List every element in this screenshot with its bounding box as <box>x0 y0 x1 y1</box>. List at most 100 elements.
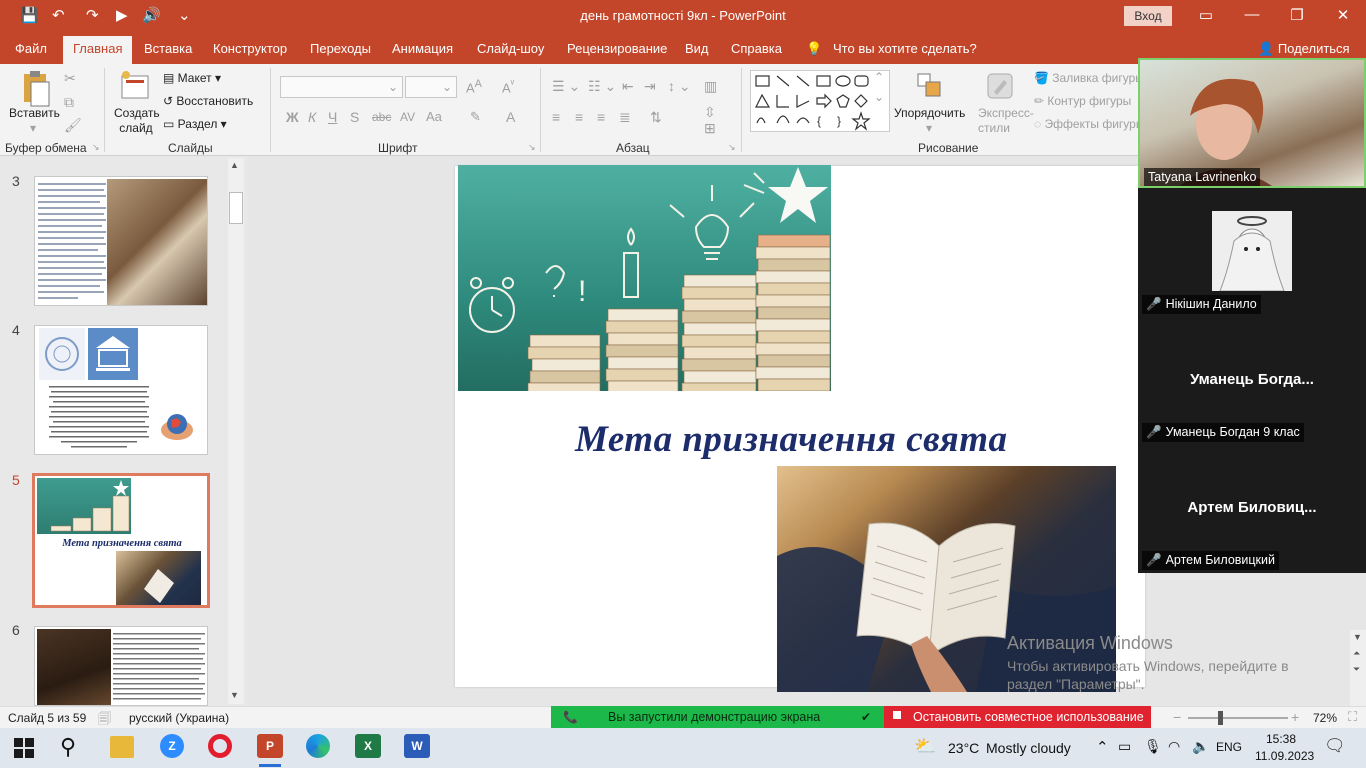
cut-icon[interactable]: ✂ <box>64 70 76 87</box>
paste-dropdown-icon[interactable]: ▾ <box>30 121 36 135</box>
scroll-up-icon[interactable]: ▲ <box>230 160 239 170</box>
next-slide-icon[interactable]: ⏷ <box>1353 664 1360 675</box>
columns-icon[interactable]: ▥ <box>704 78 717 95</box>
align-left-icon[interactable]: ≡ <box>552 109 560 125</box>
share-button[interactable]: 👤 Поделиться <box>1258 41 1350 57</box>
change-case-button[interactable]: Aa <box>426 109 442 124</box>
tab-review[interactable]: Рецензирование <box>567 41 667 56</box>
italic-button[interactable]: К <box>308 109 316 125</box>
clipboard-launcher-icon[interactable]: ↘ <box>92 142 100 153</box>
tab-view[interactable]: Вид <box>685 41 709 56</box>
paste-button[interactable]: Вставить <box>9 106 60 120</box>
excel-icon[interactable]: X <box>355 734 381 758</box>
thumbnail-slide-4[interactable] <box>34 325 208 455</box>
quick-styles-button[interactable]: Экспресс-стили <box>978 106 1034 136</box>
tab-home[interactable]: Главная <box>63 36 133 64</box>
notifications-icon[interactable]: 🗨 <box>1324 736 1346 756</box>
arrange-icon[interactable] <box>916 72 944 100</box>
zoom-slider-thumb[interactable] <box>1218 711 1223 725</box>
microphone-icon[interactable]: 🎙 <box>1144 738 1162 755</box>
windows-start-icon[interactable] <box>14 738 34 761</box>
thumbnails-scrollbar[interactable]: ▲ ▼ <box>228 158 244 704</box>
highlight-icon[interactable]: ✎ <box>470 109 481 125</box>
weather-text[interactable]: Mostly cloudy <box>986 740 1071 756</box>
bullets-icon[interactable]: ☰ ⌄ <box>552 78 580 95</box>
zoom-out-icon[interactable]: − <box>1173 709 1181 725</box>
align-center-icon[interactable]: ≡ <box>575 109 583 125</box>
volume-icon[interactable]: 🔈 <box>1192 738 1209 755</box>
thumbnail-slide-6[interactable] <box>34 626 208 706</box>
zoom-app-icon[interactable]: Z <box>160 734 184 758</box>
grow-font-icon[interactable]: AA <box>466 78 482 95</box>
numbering-icon[interactable]: ☷ ⌄ <box>588 78 616 95</box>
font-name-select[interactable]: ⌄ <box>280 76 403 98</box>
reset-button[interactable]: ↺ Восстановить <box>163 94 253 108</box>
copy-icon[interactable]: ⧉ <box>64 94 74 111</box>
tab-transitions[interactable]: Переходы <box>310 41 371 56</box>
search-icon[interactable]: ⚲ <box>60 734 76 760</box>
paste-icon[interactable] <box>18 70 52 108</box>
arrange-button[interactable]: Упорядочить <box>894 106 965 120</box>
language-indicator[interactable]: ENG <box>1216 740 1242 754</box>
text-direction-icon[interactable]: ⇅ <box>650 109 662 126</box>
new-slide-icon[interactable] <box>120 70 150 102</box>
participant-tile[interactable]: Уманець Богда... 🎤 Уманець Богдан 9 клас <box>1138 317 1366 445</box>
edge-icon[interactable] <box>306 734 330 758</box>
weather-temp[interactable]: 23°C <box>948 740 979 756</box>
paragraph-launcher-icon[interactable]: ↘ <box>728 142 736 153</box>
quick-styles-icon[interactable] <box>986 72 1016 102</box>
tab-design[interactable]: Конструктор <box>213 41 287 56</box>
word-icon[interactable]: W <box>404 734 430 758</box>
font-launcher-icon[interactable]: ↘ <box>528 142 536 153</box>
language-indicator[interactable]: русский (Украина) <box>129 711 229 725</box>
shapes-gallery[interactable]: {} <box>750 70 890 132</box>
tell-me-search[interactable]: Что вы хотите сделать? <box>833 41 977 56</box>
font-size-select[interactable]: ⌄ <box>405 76 457 98</box>
weather-icon[interactable]: ⛅ <box>914 736 936 757</box>
shape-effects-button[interactable]: ◌ Эффекты фигуры <box>1034 117 1144 131</box>
format-painter-icon[interactable]: 🖌 <box>64 117 82 134</box>
tab-animations[interactable]: Анимация <box>392 41 453 56</box>
tray-expand-icon[interactable]: ⌃ <box>1096 738 1109 756</box>
prev-slide-icon[interactable]: ⏶ <box>1353 648 1360 659</box>
powerpoint-icon[interactable]: P <box>257 734 283 758</box>
gallery-scroll-down-icon[interactable]: ⌄ <box>874 90 884 104</box>
justify-icon[interactable]: ≣ <box>619 109 631 126</box>
scroll-down-icon[interactable]: ▼ <box>1353 632 1362 642</box>
tab-help[interactable]: Справка <box>731 41 782 56</box>
minimize-button[interactable]: — <box>1240 6 1264 23</box>
bold-button[interactable]: Ж <box>286 109 299 125</box>
tab-slideshow[interactable]: Слайд-шоу <box>477 41 544 56</box>
shape-fill-button[interactable]: 🪣 Заливка фигуры <box>1034 71 1144 85</box>
line-spacing-icon[interactable]: ↕ ⌄ <box>668 78 691 95</box>
fit-slide-icon[interactable]: ⛶ <box>1348 709 1357 725</box>
clock-date[interactable]: 11.09.2023 <box>1255 749 1314 763</box>
section-button[interactable]: ▭ Раздел ▾ <box>163 117 227 131</box>
wifi-icon[interactable]: ◠ <box>1168 738 1180 755</box>
gallery-scroll-up-icon[interactable]: ⌃ <box>874 70 884 84</box>
participant-tile[interactable]: Артем Биловиц... 🎤 Артем Биловицкий <box>1138 445 1366 573</box>
underline-button[interactable]: Ч <box>328 109 337 125</box>
font-color-button[interactable]: A <box>506 109 515 125</box>
shape-outline-button[interactable]: ✏ Контур фигуры <box>1034 94 1131 108</box>
new-slide-label[interactable]: Создать слайд <box>114 106 160 136</box>
align-right-icon[interactable]: ≡ <box>597 109 605 125</box>
slide-title[interactable]: Мета призначення свята <box>575 418 1008 461</box>
close-button[interactable]: ✕ <box>1331 6 1355 24</box>
restore-button[interactable]: ❐ <box>1285 6 1309 24</box>
file-explorer-icon[interactable] <box>110 736 134 758</box>
scroll-down-icon[interactable]: ▼ <box>230 690 239 700</box>
tab-file[interactable]: Файл <box>15 41 47 56</box>
indent-decrease-icon[interactable]: ⇤ <box>622 78 634 95</box>
participant-tile[interactable]: Tatyana Lavrinenko <box>1138 58 1366 188</box>
signin-button[interactable]: Вход <box>1124 6 1172 26</box>
indent-increase-icon[interactable]: ⇥ <box>644 78 656 95</box>
canvas-scrollbar[interactable]: ▼ ⏶ ⏷ <box>1350 630 1366 706</box>
clock-time[interactable]: 15:38 <box>1266 732 1296 746</box>
thumbnail-slide-3[interactable] <box>34 176 208 306</box>
tab-insert[interactable]: Вставка <box>144 41 192 56</box>
shrink-font-icon[interactable]: Aᵛ <box>502 78 514 95</box>
smartart-icon[interactable]: ⊞ <box>704 120 716 137</box>
zoom-level[interactable]: 72% <box>1313 711 1337 725</box>
ribbon-display-icon[interactable]: ▭ <box>1194 6 1218 24</box>
